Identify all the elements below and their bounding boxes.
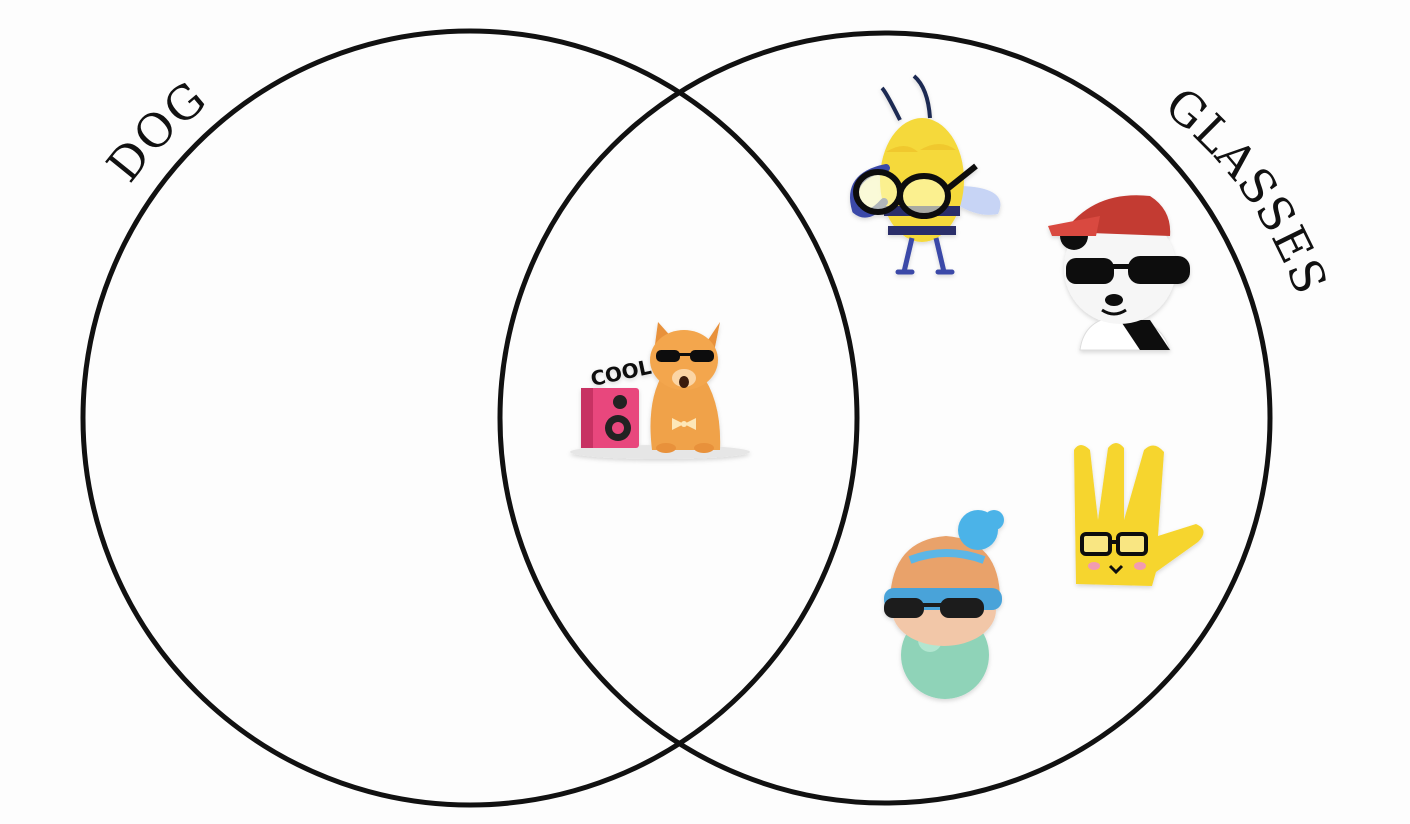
venn-canvas: DOG GLASSES COOL [80,28,1337,808]
bee-with-glasses-sticker [850,74,1001,275]
yellow-hand-with-glasses-sticker [1074,443,1204,586]
cool-sticker-text: COOL [588,355,653,391]
dog-set-circle [80,28,860,808]
cool-dog-with-speaker-sticker: COOL [570,322,750,459]
panda-with-cap-and-sunglasses-sticker [1048,195,1190,351]
bubblegum-character-with-beanie-and-sunglasses-sticker [884,510,1004,699]
venn-diagram: DOG GLASSES COOL [0,0,1410,824]
dog-set-label: DOG [96,70,216,191]
